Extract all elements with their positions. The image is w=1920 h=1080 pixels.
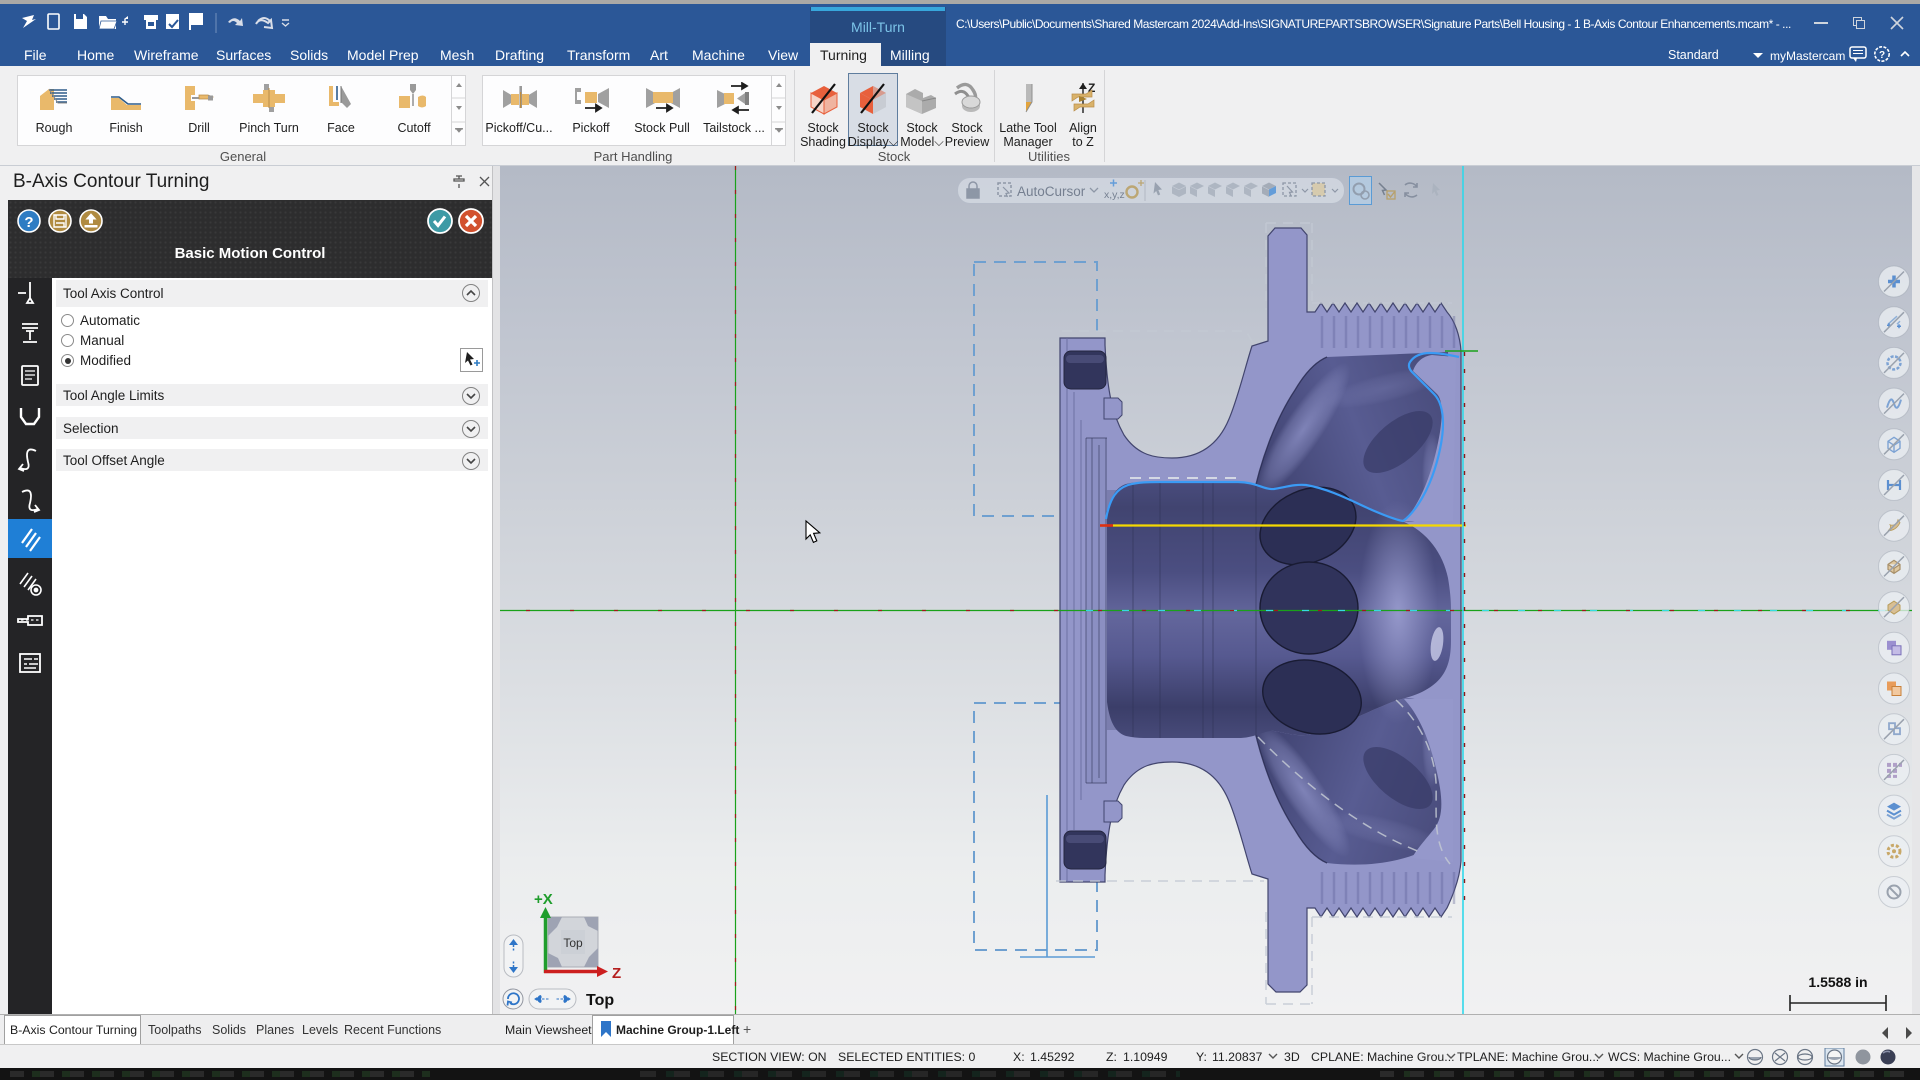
svg-text:?: ?	[1879, 50, 1885, 61]
svg-text:Top: Top	[586, 992, 614, 1009]
svg-text:AutoCursor: AutoCursor	[1017, 184, 1086, 199]
svg-text:1.5588 in: 1.5588 in	[1808, 974, 1867, 990]
svg-text:Basic Motion Control: Basic Motion Control	[175, 245, 326, 262]
svg-text:?: ?	[24, 214, 33, 231]
svg-text:x,y,z: x,y,z	[1104, 189, 1125, 201]
svg-text:+X: +X	[534, 891, 553, 908]
